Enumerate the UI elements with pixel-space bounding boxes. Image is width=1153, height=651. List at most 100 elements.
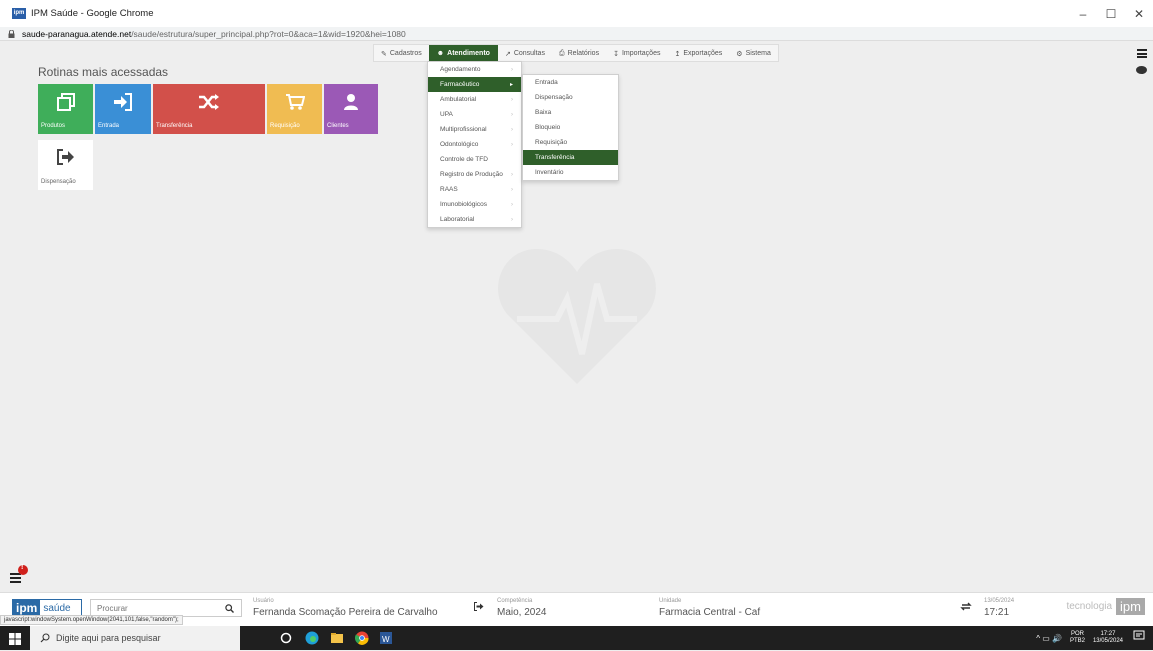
submenu-item-bloqueio[interactable]: Bloqueio — [523, 120, 618, 135]
tile-requisicao[interactable]: Requisição — [267, 84, 322, 134]
chevron-right-icon: ▸ — [509, 82, 513, 88]
usuario-label: Usuário — [253, 598, 274, 604]
minimize-button[interactable]: – — [1069, 0, 1097, 27]
keyboard-language[interactable]: POR PTB2 — [1070, 631, 1085, 645]
chart-icon: ↗ — [504, 50, 511, 58]
chevron-right-icon: › — [511, 171, 513, 178]
taskbar-clock[interactable]: 17:27 13/05/2024 — [1093, 631, 1123, 645]
menu-exportacoes[interactable]: ↥ Exportações — [667, 45, 729, 62]
tile-label: Requisição — [270, 123, 300, 129]
word-icon[interactable]: W — [378, 630, 394, 646]
page-content: ✎ Cadastros ☻ Atendimento ↗ Consultas ⎙ Rela… — [0, 41, 1153, 592]
file-explorer-icon[interactable] — [329, 630, 345, 646]
search-input[interactable] — [91, 603, 219, 613]
submenu-item-baixa[interactable]: Baixa — [523, 105, 618, 120]
notification-badge: ! — [21, 564, 24, 571]
maximize-button[interactable]: ☐ — [1097, 0, 1125, 27]
tile-dispensacao[interactable]: Dispensação — [38, 140, 93, 190]
chevron-right-icon: › — [511, 186, 513, 193]
notification-center-icon[interactable] — [1133, 629, 1145, 647]
close-button[interactable]: ✕ — [1125, 0, 1153, 27]
edge-icon[interactable] — [304, 630, 320, 646]
competencia-value: Maio, 2024 — [497, 607, 547, 618]
tile-transferencia[interactable]: Transferência — [153, 84, 265, 134]
refresh-icon[interactable] — [960, 598, 972, 616]
chevron-right-icon: › — [511, 96, 513, 103]
notifications-icon[interactable]: ! — [10, 564, 30, 589]
upload-icon: ↥ — [674, 50, 681, 58]
tile-clientes[interactable]: Clientes — [324, 84, 378, 134]
competencia-label: Competência — [497, 598, 533, 604]
submenu-item-entrada[interactable]: Entrada — [523, 75, 618, 90]
windows-start-icon[interactable] — [9, 632, 21, 650]
menu-atendimento[interactable]: ☻ Atendimento — [428, 45, 498, 62]
status-link-tooltip: javascript:windowSystem.openWindow(2041,… — [0, 615, 183, 625]
chat-icon[interactable] — [1136, 66, 1147, 74]
menu-item-agendamento[interactable]: Agendamento › — [428, 62, 521, 77]
tile-label: Produtos — [41, 123, 66, 129]
unidade-value: Farmacia Central - Caf — [659, 607, 761, 618]
chevron-right-icon: › — [511, 141, 513, 148]
sign-in-icon — [114, 93, 132, 111]
submenu-item-requisicao[interactable]: Requisição — [523, 135, 618, 150]
tray-icons[interactable]: ^ ▭ 🔊 — [1036, 634, 1062, 643]
url-text[interactable]: saude-paranagua.atende.net/saude/estrutu… — [22, 29, 406, 39]
chevron-right-icon: › — [511, 201, 513, 208]
print-icon: ⎙ — [558, 49, 565, 57]
menu-item-laboratorial[interactable]: Laboratorial › — [428, 212, 521, 227]
submenu-item-transferencia[interactable]: Transferência — [523, 150, 618, 165]
cart-icon — [285, 94, 305, 110]
main-menubar: ✎ Cadastros ☻ Atendimento ↗ Consultas ⎙ Rela… — [373, 44, 779, 62]
usuario-value: Fernanda Scomação Pereira de Carvalho — [253, 607, 438, 618]
unidade-label: Unidade — [659, 598, 682, 604]
window-title: IPM Saúde - Google Chrome — [31, 8, 154, 19]
menu-item-imunobiologicos[interactable]: Imunobiológicos › — [428, 197, 521, 212]
user-icon — [344, 94, 358, 110]
cortana-icon[interactable] — [278, 630, 294, 646]
menu-item-multiprofissional[interactable]: Multiprofissional › — [428, 122, 521, 137]
tile-label: Dispensação — [41, 179, 76, 185]
menu-importacoes[interactable]: ↧ Importações — [606, 45, 667, 62]
search-icon[interactable] — [219, 603, 239, 613]
chevron-right-icon: › — [511, 216, 513, 223]
footer-time: 17:21 — [984, 607, 1010, 618]
section-title: Rotinas mais acessadas — [38, 65, 169, 79]
logout-icon[interactable] — [474, 598, 484, 616]
submenu-item-dispensacao[interactable]: Dispensação — [523, 90, 618, 105]
menu-item-upa[interactable]: UPA › — [428, 107, 521, 122]
menu-item-raas[interactable]: RAAS › — [428, 182, 521, 197]
atendimento-dropdown: Agendamento › Farmacêutico ▸ Ambulatorial ›… — [427, 61, 522, 228]
chrome-icon[interactable] — [354, 630, 370, 646]
tile-produtos[interactable]: Produtos — [38, 84, 93, 134]
menu-item-odontologico[interactable]: Odontológico › — [428, 137, 521, 152]
copy-icon — [56, 93, 75, 111]
address-bar[interactable]: saude-paranagua.atende.net/saude/estrutu… — [0, 27, 1153, 41]
farmaceutico-submenu: Entrada Dispensação Baixa Bloqueio Requi… — [522, 74, 619, 181]
footer-date: 13/05/2024 — [984, 598, 1015, 604]
windows-taskbar: Digite aqui para pesquisar W ^ ▭ 🔊 POR P… — [0, 626, 1153, 650]
gear-icon: ⚙ — [736, 50, 743, 58]
window-titlebar: ipm IPM Saúde - Google Chrome – ☐ ✕ — [0, 0, 1153, 27]
tile-label: Transferência — [156, 123, 193, 129]
tile-entrada[interactable]: Entrada — [95, 84, 151, 134]
menu-item-ambulatorial[interactable]: Ambulatorial › — [428, 92, 521, 107]
menu-item-registro-producao[interactable]: Registro de Produção › — [428, 167, 521, 182]
svg-text:W: W — [382, 635, 390, 644]
taskbar-search-box[interactable]: Digite aqui para pesquisar — [30, 626, 240, 650]
menu-item-controle-tfd[interactable]: Controle de TFD — [428, 152, 521, 167]
ipm-tecnologia-logo: tecnologia ipm — [1066, 598, 1145, 615]
download-icon: ↧ — [613, 50, 619, 58]
submenu-item-inventario[interactable]: Inventário — [523, 165, 618, 180]
menu-sistema[interactable]: ⚙ Sistema — [729, 45, 778, 62]
menu-item-farmaceutico[interactable]: Farmacêutico ▸ — [428, 77, 521, 92]
hamburger-menu-icon[interactable] — [1136, 49, 1147, 58]
heart-watermark-icon — [498, 249, 656, 384]
edit-icon: ✎ — [381, 50, 387, 58]
chevron-right-icon: › — [511, 126, 513, 133]
menu-consultas[interactable]: ↗ Consultas — [498, 45, 552, 62]
users-icon: ☻ — [436, 50, 445, 57]
tile-label: Clientes — [327, 123, 349, 129]
search-icon — [40, 633, 50, 643]
menu-cadastros[interactable]: ✎ Cadastros — [374, 45, 429, 62]
menu-relatorios[interactable]: ⎙ Relatórios — [552, 45, 606, 62]
